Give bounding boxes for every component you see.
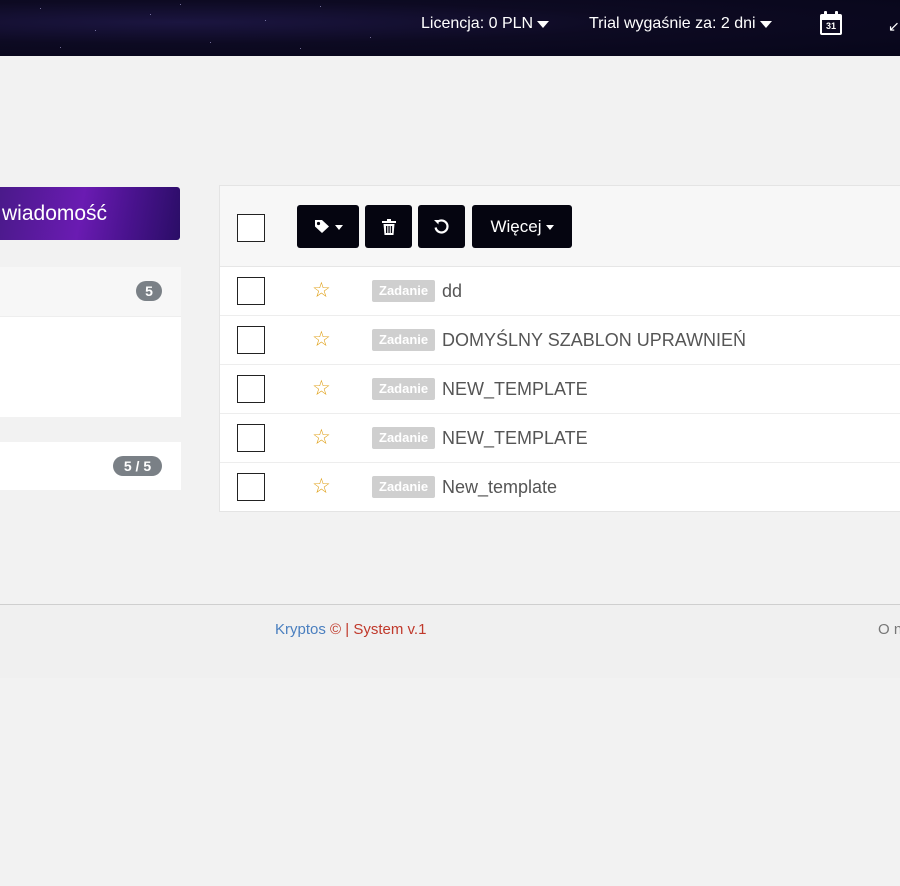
message-subject[interactable]: DOMYŚLNY SZABLON UPRAWNIEŃ (442, 329, 746, 351)
labels-panel-header[interactable]: 5 / 5 (0, 442, 181, 490)
mailbox-toolbar: Więcej (220, 186, 900, 267)
category-tag: Zadanie (372, 329, 436, 351)
trial-dropdown[interactable]: Trial wygaśnie za: 2 dni (589, 15, 772, 33)
star-icon[interactable]: ☆ (312, 376, 331, 402)
license-dropdown[interactable]: Licencja: 0 PLN (421, 15, 550, 33)
calendar-icon[interactable]: 31 (820, 11, 842, 35)
top-navbar: Licencja: 0 PLN Trial wygaśnie za: 2 dni… (0, 0, 900, 56)
footer-right-link[interactable]: O n (878, 621, 900, 638)
refresh-icon (434, 219, 449, 234)
category-tag: Zadanie (372, 280, 436, 302)
message-subject[interactable]: NEW_TEMPLATE (442, 427, 588, 449)
license-label: Licencja: 0 PLN (421, 15, 534, 32)
mailbox-panel: Więcej ☆ Zadanie dd ☆ Zadanie DOMYŚLNY S… (219, 185, 900, 512)
star-icon[interactable]: ☆ (312, 327, 331, 353)
footer-copyright: © (330, 621, 342, 638)
compose-label: wiadomość (2, 202, 108, 225)
message-subject[interactable]: NEW_TEMPLATE (442, 378, 588, 400)
footer-credits: Kryptos © | System v.1 (275, 621, 426, 638)
star-icon[interactable]: ☆ (312, 474, 331, 500)
row-checkbox[interactable] (237, 473, 265, 501)
footer-brand-link[interactable]: Kryptos (275, 621, 326, 638)
message-row[interactable]: ☆ Zadanie NEW_TEMPLATE (220, 365, 900, 414)
delete-button[interactable] (365, 205, 412, 248)
caret-down-icon (537, 21, 550, 28)
caret-down-icon (759, 21, 772, 28)
trash-icon (381, 218, 396, 235)
calendar-day: 31 (822, 20, 840, 33)
category-tag: Zadanie (372, 427, 436, 449)
trial-label: Trial wygaśnie za: 2 dni (589, 15, 756, 32)
folders-count-badge: 5 (136, 281, 162, 301)
folders-panel-body (0, 317, 181, 417)
footer (0, 605, 900, 678)
row-checkbox[interactable] (237, 375, 265, 403)
select-all-checkbox[interactable] (237, 214, 265, 242)
category-tag: Zadanie (372, 476, 436, 498)
resize-icon[interactable]: ↙ (888, 18, 900, 35)
caret-down-icon (545, 224, 554, 230)
message-row[interactable]: ☆ Zadanie dd (220, 267, 900, 316)
message-subject[interactable]: dd (442, 280, 462, 302)
message-row[interactable]: ☆ Zadanie New_template (220, 463, 900, 512)
refresh-button[interactable] (418, 205, 465, 248)
star-icon[interactable]: ☆ (312, 278, 331, 304)
row-checkbox[interactable] (237, 326, 265, 354)
more-dropdown-button[interactable]: Więcej (472, 205, 572, 248)
footer-separator: | (345, 621, 350, 638)
caret-down-icon (334, 224, 343, 230)
compose-message-button[interactable]: wiadomość (0, 187, 180, 240)
row-checkbox[interactable] (237, 424, 265, 452)
star-icon[interactable]: ☆ (312, 425, 331, 451)
more-label: Więcej (490, 216, 542, 236)
message-row[interactable]: ☆ Zadanie NEW_TEMPLATE (220, 414, 900, 463)
tag-button[interactable] (297, 205, 359, 248)
message-row[interactable]: ☆ Zadanie DOMYŚLNY SZABLON UPRAWNIEŃ (220, 316, 900, 365)
tag-icon (314, 220, 329, 233)
footer-system-version: System v.1 (353, 621, 427, 638)
message-subject[interactable]: New_template (442, 476, 557, 498)
labels-count-badge: 5 / 5 (113, 456, 162, 476)
folders-panel-header[interactable]: 5 (0, 267, 181, 317)
category-tag: Zadanie (372, 378, 436, 400)
row-checkbox[interactable] (237, 277, 265, 305)
